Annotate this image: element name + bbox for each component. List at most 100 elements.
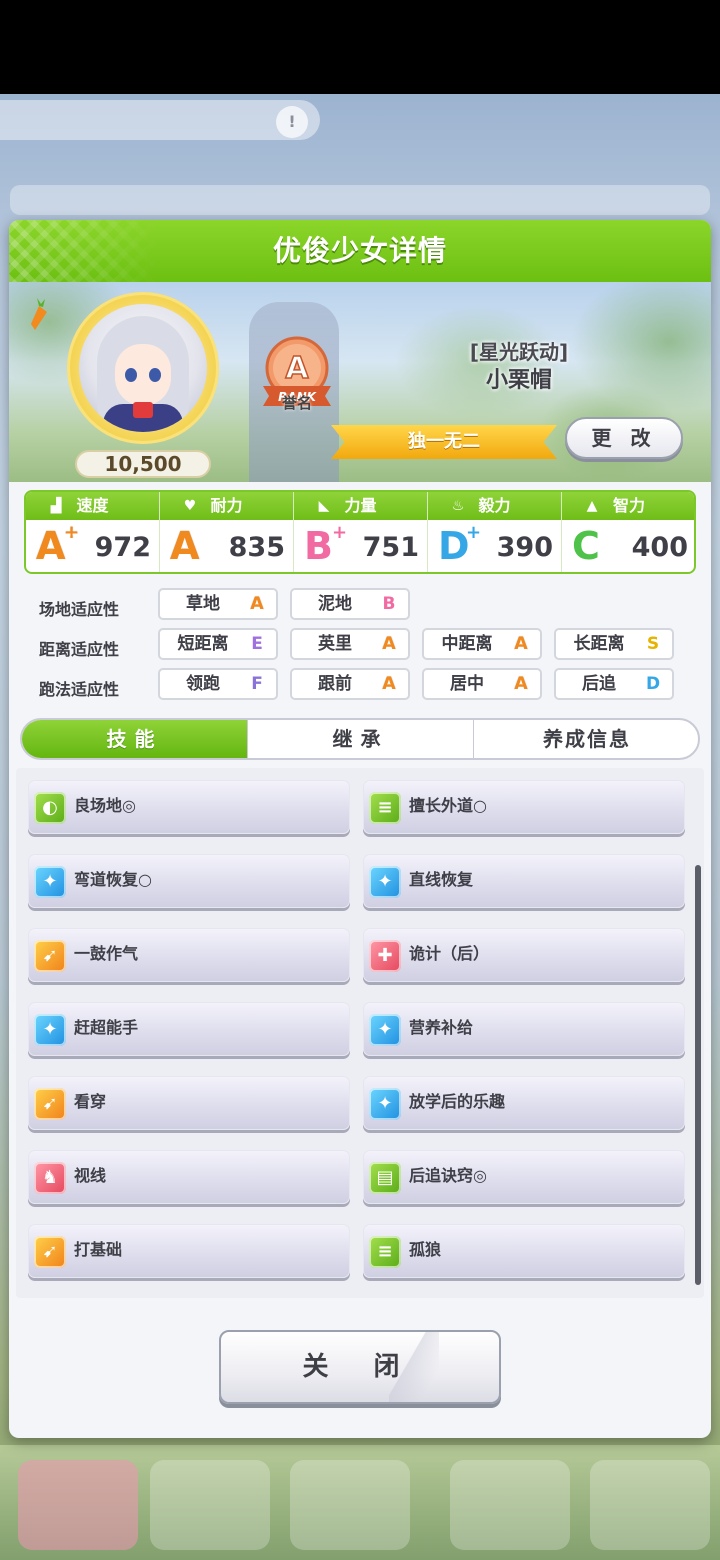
- skill-item[interactable]: ≡ 孤狼: [363, 1224, 685, 1278]
- portrait-eye: [149, 368, 161, 382]
- stat-grade: D: [438, 524, 470, 568]
- skill-list-scrollbar[interactable]: [695, 865, 701, 1285]
- stat-label: 力量: [344, 496, 377, 515]
- carrot-icon: [31, 298, 47, 330]
- track-aptitude-label: 场地适应性: [39, 600, 120, 619]
- stat-wisdom: ▲ 智力 C 400: [562, 492, 694, 572]
- aptitude-name: 泥地: [318, 594, 352, 614]
- stat-label: 毅力: [478, 496, 511, 515]
- aptitude-betweener: 居中 A: [422, 668, 542, 700]
- skill-name: 营养补给: [409, 1018, 474, 1037]
- skill-name: 看穿: [74, 1092, 107, 1111]
- aptitude-grade: B: [382, 594, 396, 614]
- skill-item[interactable]: ➹ 一鼓作气: [28, 928, 350, 982]
- tab-skills[interactable]: 技能: [22, 720, 248, 758]
- background-nav-tile: [290, 1460, 410, 1550]
- aptitude-grade: E: [251, 634, 263, 654]
- aptitude-name: 领跑: [186, 674, 220, 694]
- skill-recovery-icon: ✦: [34, 1014, 66, 1046]
- fan-count: 10,500: [75, 450, 211, 478]
- dialog-title: 优俊少女详情: [272, 234, 447, 267]
- portrait-ribbon: [133, 402, 153, 418]
- skill-name: 后追诀窍◎: [409, 1166, 487, 1185]
- skill-item[interactable]: ✦ 直线恢复: [363, 854, 685, 908]
- skill-name: 弯道恢复○: [74, 870, 152, 889]
- stat-grade: C: [572, 524, 600, 568]
- skill-green-icon: ▤: [369, 1162, 401, 1194]
- aptitude-grade: A: [382, 674, 396, 694]
- aptitude-dirt: 泥地 B: [290, 588, 410, 620]
- aptitude-grade: A: [382, 634, 396, 654]
- skill-item[interactable]: ✦ 弯道恢复○: [28, 854, 350, 908]
- stat-grade: A: [170, 524, 200, 568]
- skill-name: 擅长外道○: [409, 796, 487, 815]
- close-button[interactable]: 关 闭: [219, 1330, 501, 1404]
- heart-icon: ♥: [183, 498, 197, 514]
- skill-name: 放学后的乐趣: [409, 1092, 506, 1111]
- skill-name: 直线恢复: [409, 870, 474, 889]
- aptitude-name: 英里: [318, 634, 352, 654]
- aptitude-long: 长距离 S: [554, 628, 674, 660]
- aptitude-turf: 草地 A: [158, 588, 278, 620]
- aptitude-grade: F: [251, 674, 263, 694]
- skill-item[interactable]: ▤ 后追诀窍◎: [363, 1150, 685, 1204]
- skill-name: 打基础: [74, 1240, 123, 1259]
- aptitude-chaser: 后追 D: [554, 668, 674, 700]
- aptitude-grade: A: [514, 674, 528, 694]
- skill-speed-icon: ➹: [34, 940, 66, 972]
- skill-name: 良场地◎: [74, 796, 136, 815]
- muscle-icon: ◣: [318, 498, 330, 514]
- skill-item[interactable]: ✚ 诡计（后）: [363, 928, 685, 982]
- stat-guts: ♨ 毅力 D + 390: [428, 492, 562, 572]
- tab-training-info[interactable]: 养成信息: [474, 720, 698, 758]
- change-title-button[interactable]: 更 改: [565, 417, 683, 459]
- stat-grade-plus: +: [332, 522, 348, 543]
- shoe-icon: ▟: [50, 498, 62, 514]
- aptitude-name: 草地: [186, 594, 220, 614]
- aptitude-name: 长距离: [573, 634, 625, 654]
- strategy-aptitude-label: 跑法适应性: [39, 680, 120, 699]
- skill-item[interactable]: ✦ 赶超能手: [28, 1002, 350, 1056]
- character-portrait[interactable]: [79, 304, 207, 432]
- skill-item[interactable]: ➹ 看穿: [28, 1076, 350, 1130]
- stat-value: 400: [631, 532, 688, 563]
- aptitude-leader: 跟前 A: [290, 668, 410, 700]
- title-banner: 独一无二: [331, 425, 557, 459]
- background-nav-tile: [18, 1460, 138, 1550]
- stat-value: 390: [496, 532, 553, 563]
- skill-item[interactable]: ♞ 视线: [28, 1150, 350, 1204]
- distance-aptitude-label: 距离适应性: [39, 640, 120, 659]
- skill-item[interactable]: ➹ 打基础: [28, 1224, 350, 1278]
- stat-speed: ▟ 速度 A + 972: [26, 492, 160, 572]
- umamusume-detail-dialog: 优俊少女详情 A RANK 誉名 [星光跃动] 小栗帽 10,500 独一无二: [9, 220, 711, 1438]
- skill-list[interactable]: ◐ 良场地◎ ≡ 擅长外道○ ✦ 弯道恢复○ ✦ 直线恢复 ➹ 一鼓作气 ✚ 诡…: [16, 768, 704, 1298]
- stat-value: 751: [362, 532, 419, 563]
- aptitude-short: 短距离 E: [158, 628, 278, 660]
- background-nav-tile: [450, 1460, 570, 1550]
- flame-icon: ♨: [451, 498, 465, 514]
- detail-tabs: 技能 继承 养成信息: [20, 718, 700, 760]
- skill-recovery-icon: ✦: [34, 866, 66, 898]
- skill-item[interactable]: ✦ 营养补给: [363, 1002, 685, 1056]
- tab-inheritance[interactable]: 继承: [248, 720, 474, 758]
- graduation-cap-icon: ▲: [586, 498, 598, 514]
- status-bar: [0, 0, 720, 94]
- stat-power: ◣ 力量 B + 751: [294, 492, 428, 572]
- background-nav-tile: [150, 1460, 270, 1550]
- aptitude-name: 后追: [582, 674, 616, 694]
- skill-debuff-icon: ♞: [34, 1162, 66, 1194]
- skill-item[interactable]: ≡ 擅长外道○: [363, 780, 685, 834]
- skill-name: 孤狼: [409, 1240, 442, 1259]
- aptitude-medium: 中距离 A: [422, 628, 542, 660]
- aptitude-name: 短距离: [177, 634, 229, 654]
- aptitude-grade: A: [514, 634, 528, 654]
- stat-grade-plus: +: [64, 522, 80, 543]
- skill-item[interactable]: ◐ 良场地◎: [28, 780, 350, 834]
- stats-panel: ▟ 速度 A + 972 ♥ 耐力 A 835 ◣ 力量 B + 751 ♨ 毅力: [24, 490, 696, 574]
- skill-name: 诡计（后）: [409, 944, 490, 963]
- dialog-header: 优俊少女详情: [9, 220, 711, 282]
- aptitude-mile: 英里 A: [290, 628, 410, 660]
- skill-name: 赶超能手: [74, 1018, 139, 1037]
- aptitude-name: 居中: [450, 674, 484, 694]
- skill-item[interactable]: ✦ 放学后的乐趣: [363, 1076, 685, 1130]
